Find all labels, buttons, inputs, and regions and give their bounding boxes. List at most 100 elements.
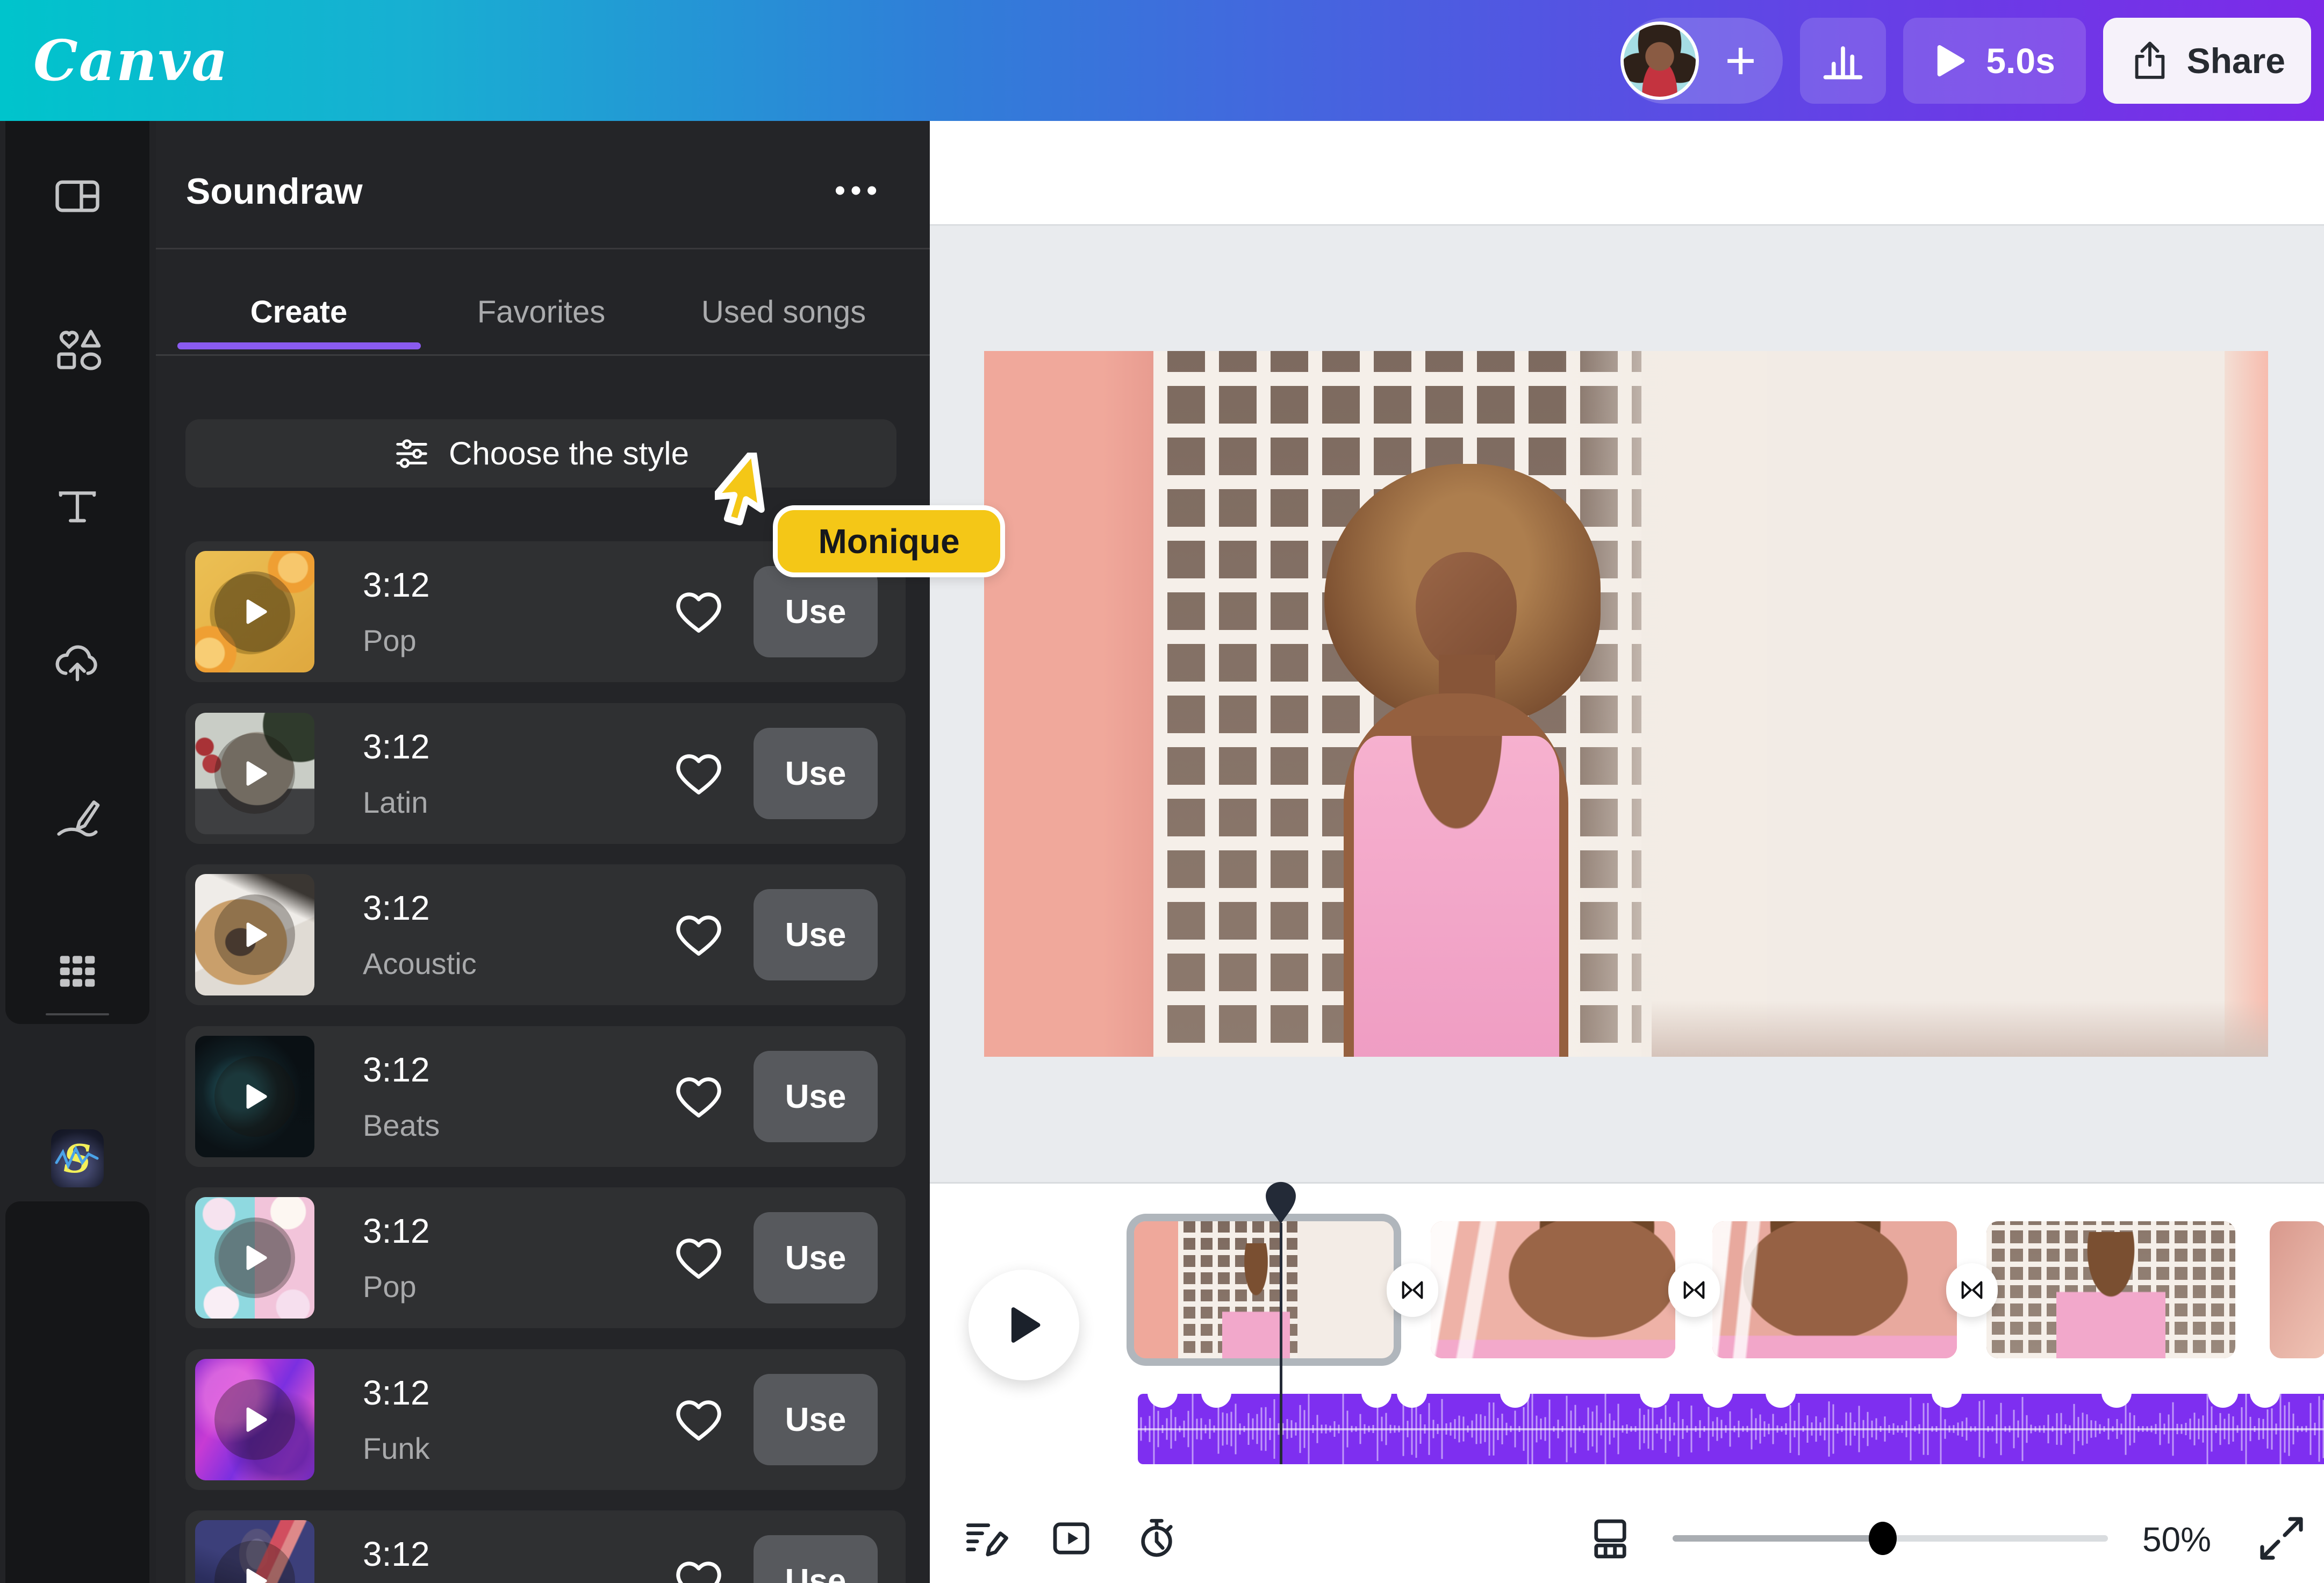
use-button[interactable]: Use [754, 1212, 878, 1303]
preview-play-button[interactable]: 5.0s [1903, 18, 2086, 104]
canva-editor: Canva + 5.0s [0, 0, 2324, 1583]
song-thumbnail[interactable] [195, 713, 314, 834]
canva-logo[interactable]: Canva [33, 27, 229, 94]
play-icon [1933, 44, 1967, 77]
sidebar-item-elements[interactable] [5, 308, 149, 394]
song-row[interactable]: 3:12BeatsUse [185, 1026, 906, 1167]
sliders-icon [393, 435, 431, 472]
song-thumbnail[interactable] [195, 1036, 314, 1157]
song-genre: Acoustic [363, 946, 477, 981]
use-button[interactable]: Use [754, 728, 878, 819]
sidebar-item-uploads[interactable] [5, 620, 149, 706]
photo-floor [1652, 1000, 2268, 1057]
rail-bottom-container [5, 1201, 149, 1583]
share-icon [2129, 40, 2171, 82]
video-preview-button[interactable] [1047, 1514, 1095, 1563]
panel-title: Soundraw [186, 170, 363, 212]
timeline-clip[interactable] [1712, 1221, 1957, 1358]
song-thumbnail[interactable] [195, 1520, 314, 1583]
share-button[interactable]: Share [2103, 18, 2311, 104]
use-button[interactable]: Use [754, 1374, 878, 1465]
notes-button[interactable] [962, 1514, 1010, 1563]
clip-frame [1431, 1221, 1675, 1358]
zoom-slider-fill [1673, 1535, 1883, 1542]
song-row[interactable]: 3:12 Funk Use [185, 1349, 906, 1490]
play-icon[interactable] [214, 894, 295, 975]
sidebar-item-design[interactable] [5, 153, 149, 239]
tab-create[interactable]: Create [250, 294, 348, 330]
song-thumbnail[interactable] [195, 874, 314, 995]
cloud-upload-icon [52, 638, 103, 688]
duration-label: 5.0s [1986, 40, 2055, 81]
song-genre: Pop [363, 623, 417, 658]
playhead-handle[interactable] [1264, 1181, 1297, 1225]
elements-icon [53, 326, 102, 376]
bar-chart-icon [1818, 36, 1868, 85]
song-duration: 3:12 [363, 1373, 430, 1413]
song-genre: Latin [363, 785, 428, 820]
song-row[interactable]: 3:12Use [185, 1510, 906, 1583]
sidebar-item-text[interactable] [5, 464, 149, 550]
photo-pink-wall [984, 351, 1153, 1057]
play-icon[interactable] [214, 1379, 295, 1460]
favorite-heart-icon[interactable] [672, 1393, 726, 1446]
song-row[interactable]: 3:12AcousticUse [185, 864, 906, 1005]
sidebar-item-draw[interactable] [5, 775, 149, 861]
timer-button[interactable] [1132, 1514, 1181, 1563]
sidebar-item-apps[interactable] [5, 928, 149, 1014]
favorite-heart-icon[interactable] [672, 908, 726, 962]
timeline-play-button[interactable] [969, 1270, 1079, 1380]
timeline-clip[interactable] [1431, 1221, 1675, 1358]
play-icon[interactable] [214, 733, 295, 814]
fullscreen-button[interactable] [2256, 1513, 2304, 1561]
photo-curve-highlight [1562, 351, 1767, 1057]
song-thumbnail[interactable] [195, 551, 314, 672]
song-row[interactable]: 3:12 Latin Use [185, 703, 906, 844]
play-icon[interactable] [214, 571, 295, 652]
zoom-slider-thumb[interactable] [1869, 1522, 1897, 1555]
song-thumbnail[interactable] [195, 1197, 314, 1319]
play-icon[interactable] [214, 1056, 295, 1137]
pages-view-button[interactable] [1586, 1514, 1634, 1563]
favorite-heart-icon[interactable] [672, 747, 726, 800]
song-genre: Funk [363, 1431, 430, 1466]
add-member-button[interactable]: + [1699, 20, 1783, 101]
insights-button[interactable] [1800, 18, 1886, 104]
panel-divider [156, 248, 930, 249]
song-row[interactable]: 3:12PopUse [185, 1187, 906, 1328]
transition-icon[interactable] [1387, 1263, 1438, 1317]
timeline-clip[interactable] [2270, 1221, 2324, 1358]
favorite-heart-icon[interactable] [672, 1070, 726, 1123]
active-tab-indicator [177, 342, 421, 349]
tab-favorites[interactable]: Favorites [477, 294, 606, 330]
more-options-button[interactable]: ••• [835, 173, 883, 207]
play-icon[interactable] [214, 1541, 295, 1583]
use-button[interactable]: Use [754, 889, 878, 980]
favorite-heart-icon[interactable] [672, 1554, 726, 1583]
use-button[interactable]: Use [754, 566, 878, 657]
video-page[interactable] [984, 351, 2268, 1057]
favorite-heart-icon[interactable] [672, 1231, 726, 1285]
avatar[interactable] [1620, 22, 1699, 100]
song-thumbnail[interactable] [195, 1359, 314, 1480]
use-button[interactable]: Use [754, 1535, 878, 1583]
rail-nav-container [5, 121, 149, 1024]
waveform-centerline [1138, 1428, 2324, 1430]
play-icon[interactable] [214, 1217, 295, 1298]
use-button[interactable]: Use [754, 1051, 878, 1142]
timeline-clip[interactable] [1134, 1221, 1394, 1358]
clip-frame [2270, 1221, 2324, 1358]
song-duration: 3:12 [363, 727, 430, 767]
audio-track[interactable] [1138, 1394, 2324, 1464]
sidebar-item-soundraw-app[interactable]: S [51, 1129, 104, 1187]
clip-frame [1986, 1221, 2235, 1358]
timeline-clip[interactable] [1986, 1221, 2235, 1358]
transition-icon[interactable] [1668, 1263, 1720, 1317]
favorite-heart-icon[interactable] [672, 585, 726, 639]
text-icon [54, 483, 101, 531]
tab-used-songs[interactable]: Used songs [701, 294, 866, 330]
apps-grid-icon [54, 948, 101, 994]
song-duration: 3:12 [363, 1050, 430, 1090]
transition-icon[interactable] [1946, 1263, 1998, 1317]
song-duration: 3:12 [363, 1211, 430, 1251]
